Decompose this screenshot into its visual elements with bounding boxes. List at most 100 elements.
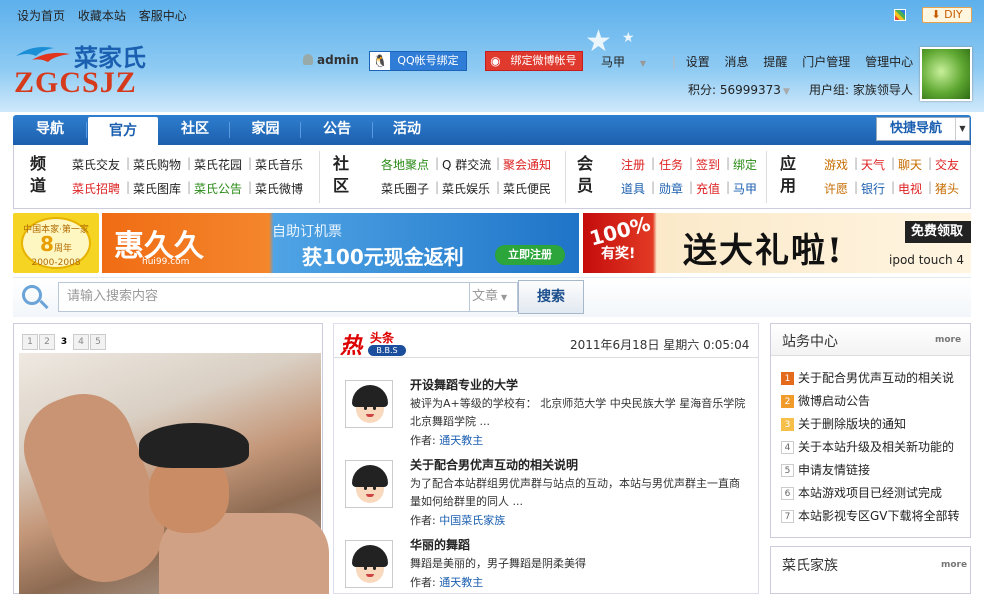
slider-pagination: 12345 [22,333,107,350]
subnav-link[interactable]: 菜氏购物 [133,156,181,173]
search-category-select[interactable]: 文章 ▼ [470,282,518,312]
diy-button[interactable]: ⬇ DIY [922,7,972,23]
subnav-link[interactable]: 菜氏音乐 [255,156,303,173]
list-item[interactable]: 6 本站游戏项目已经测试完成 [781,484,942,502]
tab-label: 官方 [109,123,137,139]
weibo-bind-button[interactable]: ◉ 绑定微博帐号 [485,51,583,71]
subnav-link[interactable]: 猪头 [935,180,959,197]
subnav-link[interactable]: 充值 [696,180,720,197]
subnav-link[interactable]: 菜氏微博 [255,180,303,197]
search-button[interactable]: 搜索 [518,280,584,314]
subnav-link[interactable]: 勋章 [659,180,683,197]
subnav-link[interactable]: 菜氏娱乐 [442,180,490,197]
subnav-link[interactable]: 电视 [898,180,922,197]
tab-home[interactable]: 家园 [230,115,301,145]
subnav-link[interactable]: 签到 [696,156,720,173]
news-header: 热 头条 B.B.S 2011年6月18日 星期六 0:05:04 [334,324,758,359]
slider-page[interactable]: 4 [73,334,89,350]
subnav-link[interactable]: 菜氏交友 [72,156,120,173]
list-item[interactable]: 4 关于本站升级及相关新功能的 [781,438,954,456]
subnav-link[interactable]: 菜氏便民 [503,180,551,197]
slider-page[interactable]: 5 [90,334,106,350]
list-item[interactable]: 3 关于删除版块的通知 [781,415,906,433]
slider-page[interactable]: 1 [22,334,38,350]
username-link[interactable]: admin [303,53,359,69]
quick-nav-dropdown[interactable]: 快捷导航 ▼ [876,117,970,141]
subnav-link[interactable]: 游戏 [824,156,848,173]
slider-page-active[interactable]: 3 [56,334,72,350]
slider-page[interactable]: 2 [39,334,55,350]
tab-label: 社区 [181,121,209,137]
subnav-link[interactable]: Q 群交流 [442,156,491,173]
set-homepage-link[interactable]: 设为首页 [17,9,65,23]
post-title-link[interactable]: 华丽的舞蹈 [410,536,470,553]
post-author: 作者: 通天教主 [410,432,483,448]
subnav-link[interactable]: 菜氏花园 [194,156,242,173]
subnav-link[interactable]: 菜氏招聘 [72,180,120,197]
anniversary-badge: 中国本家·第一家 8周年 2000-2008 [21,217,91,269]
avatar[interactable] [345,540,393,588]
qq-bind-button[interactable]: 🐧 QQ帐号绑定 [369,51,467,71]
slider-photo[interactable] [9,353,329,594]
author-label: 作者: [410,576,436,589]
subnav-link[interactable]: 绑定 [733,156,757,173]
author-link[interactable]: 通天教主 [439,434,483,447]
subnav-link[interactable]: 菜氏圈子 [381,180,429,197]
community-group-title: 社区 [332,154,349,195]
subnav-link[interactable]: 菜氏图库 [133,180,181,197]
vest-dropdown[interactable]: 马甲 ▼ [601,55,657,69]
subnav-link[interactable]: 注册 [621,156,645,173]
tab-announcement[interactable]: 公告 [301,115,373,145]
more-link[interactable]: more [941,560,967,570]
author-link[interactable]: 通天教主 [439,576,483,589]
admin-center-link[interactable]: 管理中心 [865,55,913,69]
subnav-link[interactable]: 天气 [861,156,885,173]
author-label: 作者: [410,514,436,527]
tab-official[interactable]: 官方 [88,117,158,145]
user-links: 马甲 ▼ | 设置 消息 提醒 门户管理 管理中心 退出 [601,53,963,70]
reminders-link[interactable]: 提醒 [763,55,787,69]
subnav-link[interactable]: 交友 [935,156,959,173]
settings-link[interactable]: 设置 [686,55,710,69]
anniversary-banner[interactable]: 中国本家·第一家 8周年 2000-2008 [13,213,99,273]
list-item[interactable]: 1 关于配合男优声互动的相关说 [781,369,954,387]
banner-text: hui99.com [142,257,190,267]
author-link[interactable]: 中国菜氏家族 [439,514,505,527]
subnav-link[interactable]: 银行 [861,180,885,197]
skin-palette-icon[interactable] [894,9,906,21]
more-link[interactable]: more [935,335,961,345]
post-title-link[interactable]: 开设舞蹈专业的大学 [410,376,518,393]
subnav-link[interactable]: 菜氏公告 [194,180,242,197]
banner-text: ipod touch 4 [889,253,965,267]
list-item[interactable]: 7 本站影视专区GV下载将全部转 [781,507,960,525]
search-input[interactable]: 请输入搜索内容 [58,282,470,312]
messages-link[interactable]: 消息 [725,55,749,69]
user-avatar[interactable] [920,47,972,101]
tab-community[interactable]: 社区 [160,115,230,145]
bookmark-link[interactable]: 收藏本站 [78,9,126,23]
tab-nav[interactable]: 导航 [13,115,87,145]
subnav-link[interactable]: 任务 [659,156,683,173]
list-item[interactable]: 5 申请友情链接 [781,461,870,479]
subnav-link[interactable]: 许愿 [824,180,848,197]
avatar[interactable] [345,380,393,428]
subnav-link[interactable]: 各地聚点 [381,156,429,173]
list-item[interactable]: 2 微博启动公告 [781,392,870,410]
bbs-badge: B.B.S [368,345,406,356]
register-now-button[interactable]: 立即注册 [495,245,565,265]
post-title-link[interactable]: 关于配合男优声互动的相关说明 [410,456,578,473]
gift-banner[interactable]: 100% 有奖! 送大礼啦! 免费领取 ipod touch 4 [583,211,971,273]
site-logo[interactable]: 菜家氏 ZGCSJZ [14,38,146,104]
subnav-link[interactable]: 道具 [621,180,645,197]
tab-activities[interactable]: 活动 [373,115,441,145]
avatar[interactable] [345,460,393,508]
portal-admin-link[interactable]: 门户管理 [802,55,850,69]
subnav-link[interactable]: 聊天 [898,156,922,173]
subnav-link[interactable]: 聚会通知 [503,156,551,173]
banner-text: 有奖! [601,246,636,262]
credits-dropdown[interactable]: 积分: 56999373 ▼ [688,81,790,98]
sub-nav: 频道 菜氏交友 | 菜氏购物 | 菜氏花园 | 菜氏音乐 菜氏招聘 | 菜氏图库 | 菜氏… [13,145,971,209]
flight-ticket-banner[interactable]: 惠久久 hui99.com 自助订机票 获100元现金返利 立即注册 [102,213,579,273]
customer-service-link[interactable]: 客服中心 [139,9,187,23]
subnav-link[interactable]: 马甲 [733,180,757,197]
